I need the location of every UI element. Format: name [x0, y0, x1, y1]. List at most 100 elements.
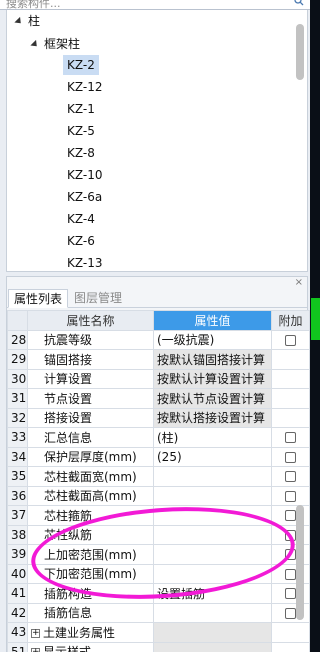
- row-index: 33: [7, 427, 28, 448]
- tab-property-list[interactable]: 属性列表: [8, 289, 69, 308]
- group-row[interactable]: 43 + 土建业务属性: [7, 622, 310, 643]
- extra-cell[interactable]: [271, 446, 310, 467]
- search-icon[interactable]: [294, 0, 304, 6]
- property-value[interactable]: (柱): [153, 427, 272, 448]
- extra-cell: [271, 388, 310, 409]
- header-index: [7, 310, 28, 331]
- tree-item[interactable]: KZ-10: [63, 165, 106, 185]
- property-value[interactable]: [153, 485, 272, 506]
- table-row[interactable]: 30 计算设置 按默认计算设置计算: [7, 368, 310, 389]
- extra-cell[interactable]: [271, 466, 310, 487]
- component-tree: 柱 框架柱 KZ-2 KZ-12 KZ-1 KZ-5 KZ-8 KZ-10 KZ…: [6, 10, 308, 272]
- property-value[interactable]: [153, 544, 272, 565]
- table-row[interactable]: 40 下加密范围(mm): [7, 563, 310, 584]
- tree-item[interactable]: KZ-5: [63, 121, 99, 141]
- property-panel: × 属性列表 图层管理 属性名称 属性值 附加 28 抗震等级 (一级抗震) 29 锚固…: [6, 276, 310, 652]
- panel-tabs: 属性列表 图层管理: [7, 289, 307, 308]
- property-value[interactable]: [153, 563, 272, 584]
- property-value[interactable]: [153, 505, 272, 526]
- property-value[interactable]: [153, 466, 272, 487]
- tree-item[interactable]: KZ-1: [63, 99, 99, 119]
- extra-checkbox[interactable]: [285, 451, 296, 463]
- expand-plus-icon[interactable]: +: [31, 648, 40, 652]
- extra-checkbox[interactable]: [285, 588, 296, 600]
- table-row[interactable]: 28 抗震等级 (一级抗震): [7, 329, 310, 350]
- table-row[interactable]: 41 插筋构造 设置插筋: [7, 583, 310, 604]
- extra-checkbox[interactable]: [285, 510, 296, 522]
- property-name: 汇总信息: [27, 427, 154, 448]
- property-value[interactable]: 设置插筋: [153, 583, 272, 604]
- extra-checkbox[interactable]: [285, 568, 296, 580]
- row-index: 43: [7, 622, 28, 643]
- collapse-triangle-icon[interactable]: [14, 16, 24, 27]
- extra-checkbox[interactable]: [285, 432, 296, 444]
- tree-node-group[interactable]: 框架柱: [30, 33, 81, 55]
- extra-checkbox[interactable]: [285, 529, 296, 541]
- green-side-tab[interactable]: [311, 298, 320, 340]
- extra-cell[interactable]: [271, 427, 310, 448]
- tree-item[interactable]: KZ-6: [63, 231, 99, 251]
- group-name[interactable]: +显示样式: [27, 641, 154, 652]
- property-name: 锚固搭接: [27, 349, 154, 370]
- property-value[interactable]: [153, 524, 272, 545]
- tree-node-root[interactable]: 柱: [14, 10, 40, 32]
- table-row[interactable]: 31 节点设置 按默认节点设置计算: [7, 388, 310, 409]
- table-row[interactable]: 42 插筋信息: [7, 602, 310, 623]
- extra-cell: [271, 641, 310, 652]
- property-name: 插筋构造: [27, 583, 154, 604]
- row-index: 36: [7, 485, 28, 506]
- tree-item[interactable]: KZ-6a: [63, 187, 106, 207]
- row-index: 41: [7, 583, 28, 604]
- property-value[interactable]: 按默认节点设置计算: [153, 388, 272, 409]
- property-value[interactable]: 按默认搭接设置计算: [153, 407, 272, 428]
- tree-item[interactable]: KZ-2: [63, 55, 99, 75]
- search-bar[interactable]: 搜索构件...: [0, 0, 310, 10]
- table-row[interactable]: 32 搭接设置 按默认搭接设置计算: [7, 407, 310, 428]
- table-row[interactable]: 36 芯柱截面高(mm): [7, 485, 310, 506]
- tree-item[interactable]: KZ-8: [63, 143, 99, 163]
- property-name: 节点设置: [27, 388, 154, 409]
- property-name: 下加密范围(mm): [27, 563, 154, 584]
- group-row[interactable]: 51+显示样式: [7, 641, 310, 652]
- tree-scrollbar[interactable]: [296, 24, 304, 80]
- header-property-name[interactable]: 属性名称: [27, 310, 154, 331]
- extra-cell[interactable]: [271, 485, 310, 506]
- tree-item[interactable]: KZ-12: [63, 77, 106, 97]
- table-row[interactable]: 34 保护层厚度(mm) (25): [7, 446, 310, 467]
- table-row[interactable]: 37 芯柱箍筋: [7, 505, 310, 526]
- extra-checkbox[interactable]: [285, 471, 296, 483]
- table-row[interactable]: 29 锚固搭接 按默认锚固搭接计算: [7, 349, 310, 370]
- close-icon[interactable]: ×: [295, 277, 303, 288]
- table-row[interactable]: 38 芯柱纵筋: [7, 524, 310, 545]
- extra-checkbox[interactable]: [285, 549, 296, 561]
- property-scrollbar[interactable]: [296, 505, 304, 620]
- header-property-value[interactable]: 属性值: [153, 310, 272, 331]
- property-value[interactable]: [153, 602, 272, 623]
- row-index: 28: [7, 329, 28, 350]
- tab-layer-manager[interactable]: 图层管理: [69, 289, 127, 308]
- tree-group-label: 框架柱: [44, 37, 81, 51]
- property-value[interactable]: (25): [153, 446, 272, 467]
- extra-checkbox[interactable]: [285, 607, 296, 619]
- collapse-triangle-icon[interactable]: [30, 39, 40, 50]
- tree-item[interactable]: KZ-13: [63, 253, 106, 271]
- group-name[interactable]: + 土建业务属性: [27, 622, 154, 643]
- extra-checkbox[interactable]: [285, 334, 296, 346]
- property-name: 芯柱纵筋: [27, 524, 154, 545]
- property-name: 抗震等级: [27, 329, 154, 350]
- property-name: 搭接设置: [27, 407, 154, 428]
- table-row[interactable]: 33 汇总信息 (柱): [7, 427, 310, 448]
- expand-plus-icon[interactable]: +: [31, 628, 40, 638]
- property-value[interactable]: 按默认计算设置计算: [153, 368, 272, 389]
- row-index: 38: [7, 524, 28, 545]
- header-extra[interactable]: 附加: [271, 310, 310, 331]
- property-value[interactable]: 按默认锚固搭接计算: [153, 349, 272, 370]
- property-value[interactable]: (一级抗震): [153, 329, 272, 350]
- row-index: 40: [7, 563, 28, 584]
- table-row[interactable]: 35 芯柱截面宽(mm): [7, 466, 310, 487]
- extra-cell: [271, 407, 310, 428]
- extra-cell[interactable]: [271, 329, 310, 350]
- table-row[interactable]: 39 上加密范围(mm): [7, 544, 310, 565]
- tree-item[interactable]: KZ-4: [63, 209, 99, 229]
- extra-checkbox[interactable]: [285, 490, 296, 502]
